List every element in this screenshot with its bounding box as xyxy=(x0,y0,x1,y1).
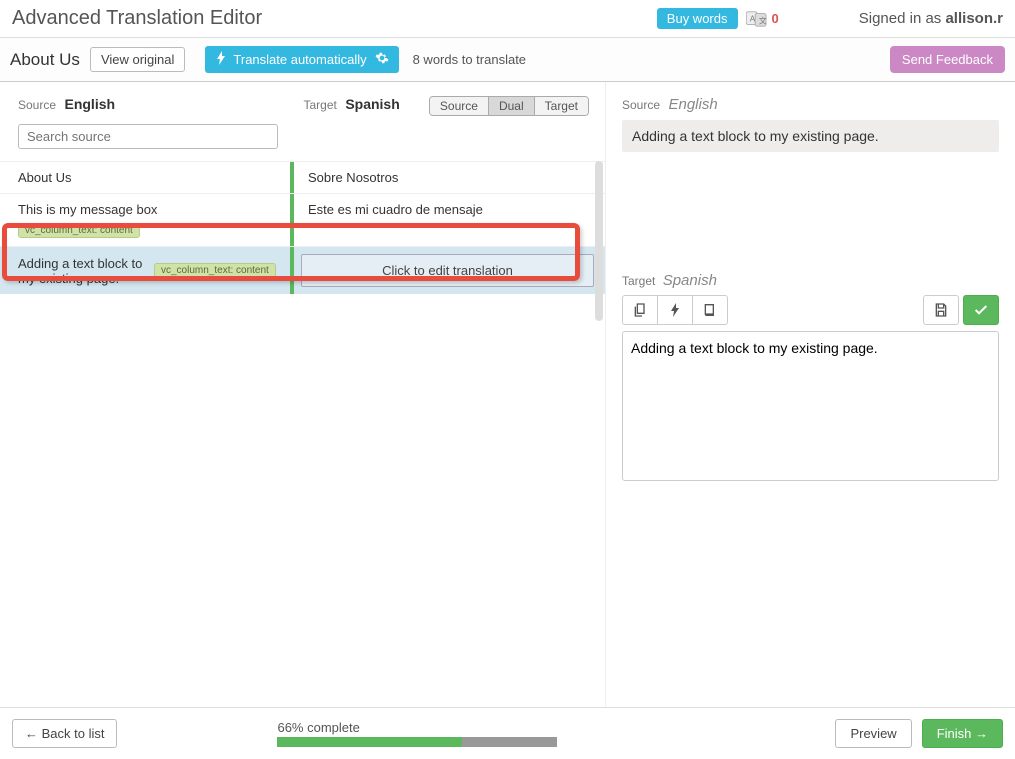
view-mode-dual[interactable]: Dual xyxy=(488,97,534,115)
send-feedback-button[interactable]: Send Feedback xyxy=(890,46,1005,73)
source-label-wrap: Source English xyxy=(18,96,304,116)
right-source-text: Adding a text block to my existing page. xyxy=(622,120,999,152)
editor-toolbar xyxy=(622,295,999,325)
target-language: Spanish xyxy=(345,96,399,112)
translate-icon: A文 xyxy=(746,10,768,28)
right-source-label: Source xyxy=(622,98,660,112)
main-area: Source English Target Spanish Source Dua… xyxy=(0,82,1015,707)
table-row[interactable]: About Us Sobre Nosotros xyxy=(0,161,605,193)
progress-bar-fill xyxy=(277,737,462,747)
save-button[interactable] xyxy=(923,295,959,325)
table-row[interactable]: Adding a text block to my existing page.… xyxy=(0,246,605,294)
progress-bar xyxy=(277,737,557,747)
target-cell: Sobre Nosotros xyxy=(290,162,605,193)
translate-automatically-button[interactable]: Translate automatically xyxy=(205,46,398,73)
preview-button[interactable]: Preview xyxy=(835,719,911,748)
source-cell: About Us xyxy=(0,162,290,193)
progress: 66% complete xyxy=(277,720,557,747)
view-original-button[interactable]: View original xyxy=(90,47,185,72)
signed-in-label: Signed in as allison.r xyxy=(859,10,1003,27)
toolbar: About Us View original Translate automat… xyxy=(0,38,1015,82)
right-target-label-wrap: Target Spanish xyxy=(622,272,999,289)
glossary-button[interactable] xyxy=(692,295,728,325)
field-tag: vc_column_text: content xyxy=(18,223,140,238)
right-panel: Source English Adding a text block to my… xyxy=(605,82,1015,707)
source-label: Source xyxy=(18,98,56,112)
source-text: About Us xyxy=(18,170,71,185)
words-to-translate-label: 8 words to translate xyxy=(413,52,526,67)
translate-automatically-label: Translate automatically xyxy=(233,52,366,67)
svg-text:文: 文 xyxy=(758,15,766,25)
right-source-label-wrap: Source English xyxy=(622,96,999,114)
click-to-edit-placeholder[interactable]: Click to edit translation xyxy=(301,254,594,287)
scrollbar[interactable] xyxy=(595,161,605,707)
view-mode-toggle: Source Dual Target xyxy=(429,96,589,116)
translation-rows: About Us Sobre Nosotros This is my messa… xyxy=(0,161,605,707)
target-cell: Este es mi cuadro de mensaje xyxy=(290,194,605,246)
table-row[interactable]: This is my message box vc_column_text: c… xyxy=(0,193,605,246)
right-target-label: Target xyxy=(622,274,655,288)
right-target-language: Spanish xyxy=(663,272,717,289)
target-cell: Click to edit translation xyxy=(290,247,605,294)
search-input[interactable] xyxy=(18,124,278,149)
bolt-icon xyxy=(215,51,227,68)
app-title: Advanced Translation Editor xyxy=(12,7,262,30)
scrollbar-thumb[interactable] xyxy=(595,161,603,321)
left-panel: Source English Target Spanish Source Dua… xyxy=(0,82,605,707)
source-cell: This is my message box vc_column_text: c… xyxy=(0,194,290,246)
right-source-language: English xyxy=(668,96,717,113)
search-wrap xyxy=(0,124,605,161)
finish-button[interactable]: Finish → xyxy=(922,719,1003,748)
source-text: This is my message box xyxy=(18,202,157,217)
progress-label: 66% complete xyxy=(277,720,557,735)
buy-words-button[interactable]: Buy words xyxy=(657,8,738,29)
svg-text:A: A xyxy=(749,14,755,23)
copy-source-button[interactable] xyxy=(622,295,658,325)
target-label: Target xyxy=(304,98,337,112)
back-to-list-button[interactable]: ← Back to list xyxy=(12,719,117,748)
view-mode-target[interactable]: Target xyxy=(534,97,588,115)
pending-translations-count: 0 xyxy=(772,11,779,26)
source-text: Adding a text block to my existing page. xyxy=(18,256,148,286)
target-label-wrap: Target Spanish Source Dual Target xyxy=(304,96,590,116)
page-title: About Us xyxy=(10,50,80,70)
confirm-button[interactable] xyxy=(963,295,999,325)
app-header: Advanced Translation Editor Buy words A文… xyxy=(0,0,1015,38)
footer: ← Back to list 66% complete Preview Fini… xyxy=(0,707,1015,759)
machine-translate-button[interactable] xyxy=(657,295,693,325)
source-cell: Adding a text block to my existing page.… xyxy=(0,247,290,294)
view-mode-source[interactable]: Source xyxy=(430,97,488,115)
language-labels-row: Source English Target Spanish Source Dua… xyxy=(0,96,605,124)
signed-in-user: allison.r xyxy=(945,10,1003,27)
translation-editor[interactable] xyxy=(622,331,999,481)
gear-icon xyxy=(375,51,389,68)
field-tag: vc_column_text: content xyxy=(154,263,276,278)
source-language: English xyxy=(64,96,115,112)
signed-in-prefix: Signed in as xyxy=(859,10,946,27)
